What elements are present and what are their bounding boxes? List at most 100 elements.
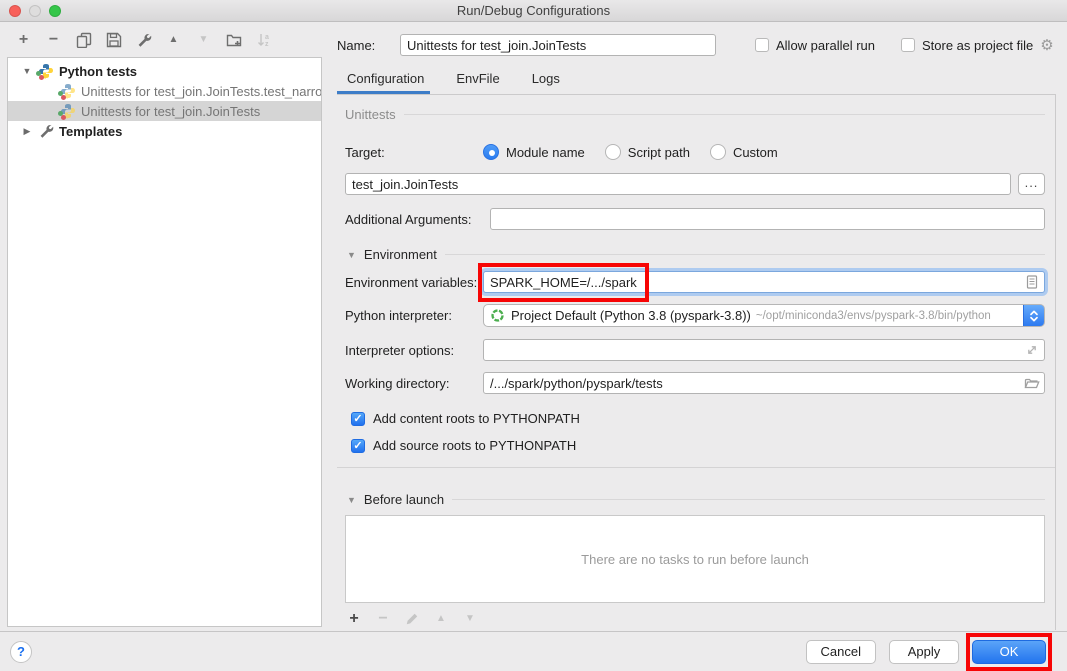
configuration-tabs: Configuration EnvFile Logs <box>347 71 560 94</box>
expand-field-icon[interactable] <box>1024 342 1040 358</box>
checkbox-checked[interactable]: ✓ <box>351 412 365 426</box>
edit-variables-icon[interactable] <box>1024 274 1040 290</box>
test-badge-red <box>61 115 66 120</box>
cancel-button[interactable]: Cancel <box>806 640 876 664</box>
additional-arguments-label: Additional Arguments: <box>345 212 490 227</box>
combobox-arrows-button[interactable] <box>1023 304 1045 327</box>
unittests-section-label: Unittests <box>345 107 396 122</box>
add-configuration-icon[interactable]: + <box>15 32 32 49</box>
store-as-project-file-label: Store as project file <box>922 38 1033 53</box>
before-launch-toolbar: + − ▲ ▼ <box>345 603 1045 626</box>
checkbox-checked[interactable]: ✓ <box>351 439 365 453</box>
svg-text:a: a <box>265 34 269 41</box>
collapse-environment-icon[interactable]: ▼ <box>347 250 356 260</box>
section-unittests: Unittests <box>345 107 1045 122</box>
before-launch-empty-message: There are no tasks to run before launch <box>581 552 809 567</box>
help-button[interactable]: ? <box>10 641 32 663</box>
save-configuration-icon[interactable] <box>105 32 122 49</box>
python-tests-icon <box>38 63 54 79</box>
tree-expanded-icon[interactable]: ▼ <box>20 66 34 76</box>
tab-envfile[interactable]: EnvFile <box>456 71 499 94</box>
browse-target-button[interactable]: ... <box>1018 173 1045 195</box>
remove-task-icon[interactable]: − <box>376 612 390 626</box>
edit-task-icon[interactable] <box>405 612 419 626</box>
move-task-down-icon[interactable]: ▼ <box>463 612 477 626</box>
tree-item-unittests-test-narrow[interactable]: Unittests for test_join.JoinTests.test_n… <box>8 81 321 101</box>
tree-item-unittests-jointests-selected[interactable]: Unittests for test_join.JoinTests <box>8 101 321 121</box>
radio-module-name[interactable]: Module name <box>483 144 585 160</box>
python-interpreter-value: Project Default (Python 3.8 (pyspark-3.8… <box>511 308 751 323</box>
move-task-up-icon[interactable]: ▲ <box>434 612 448 626</box>
remove-configuration-icon[interactable]: − <box>45 32 62 49</box>
add-content-roots-checkbox[interactable]: ✓ Add content roots to PYTHONPATH <box>351 411 1045 426</box>
interpreter-options-input[interactable] <box>483 339 1045 361</box>
add-source-roots-checkbox[interactable]: ✓ Add source roots to PYTHONPATH <box>351 438 1045 453</box>
radio-unselected[interactable] <box>710 144 726 160</box>
store-as-project-file-checkbox[interactable]: Store as project file <box>901 38 1033 53</box>
titlebar: Run/Debug Configurations <box>0 0 1067 22</box>
test-badge-red <box>39 75 44 80</box>
section-environment: ▼ Environment <box>345 247 1045 262</box>
move-down-icon[interactable]: ▼ <box>195 32 212 49</box>
svg-text:z: z <box>265 41 269 48</box>
environment-variables-label: Environment variables: <box>345 275 483 290</box>
add-source-roots-label: Add source roots to PYTHONPATH <box>373 438 576 453</box>
target-label: Target: <box>345 145 483 160</box>
tab-configuration[interactable]: Configuration <box>347 71 424 94</box>
target-radio-group: Module name Script path Custom <box>483 144 778 160</box>
working-directory-input[interactable] <box>483 372 1045 394</box>
radio-selected[interactable] <box>483 144 499 160</box>
tree-item-python-tests[interactable]: ▼ Python tests <box>8 61 321 81</box>
tree-collapsed-icon[interactable]: ▶ <box>20 126 34 137</box>
apply-button[interactable]: Apply <box>889 640 959 664</box>
before-launch-section-label: Before launch <box>364 492 444 507</box>
radio-custom-label: Custom <box>733 145 778 160</box>
radio-unselected[interactable] <box>605 144 621 160</box>
tree-item-templates[interactable]: ▶ Templates <box>8 121 321 141</box>
allow-parallel-run-checkbox[interactable]: Allow parallel run <box>755 38 875 53</box>
dialog-footer: ? Cancel Apply OK <box>0 631 1067 671</box>
environment-section-label: Environment <box>364 247 437 262</box>
copy-configuration-icon[interactable] <box>75 32 92 49</box>
radio-script-path-label: Script path <box>628 145 690 160</box>
tree-item-label: Python tests <box>59 64 137 79</box>
browse-folder-icon[interactable] <box>1024 375 1040 391</box>
checkbox-unchecked[interactable] <box>755 38 769 52</box>
python-interpreter-combobox[interactable]: Project Default (Python 3.8 (pyspark-3.8… <box>483 304 1045 327</box>
configuration-editor: Name: Allow parallel run Store as projec… <box>337 23 1067 631</box>
additional-arguments-input[interactable] <box>490 208 1045 230</box>
working-directory-label: Working directory: <box>345 376 483 391</box>
target-input[interactable] <box>345 173 1011 195</box>
add-task-icon[interactable]: + <box>347 612 361 626</box>
python-test-config-icon <box>60 103 76 119</box>
tree-item-label: Unittests for test_join.JoinTests <box>81 104 260 119</box>
move-up-icon[interactable]: ▲ <box>165 32 182 49</box>
configuration-form-pane: Unittests Target: Module name Script pat… <box>337 94 1056 630</box>
section-before-launch: ▼ Before launch <box>345 492 1045 507</box>
radio-script-path[interactable]: Script path <box>605 144 690 160</box>
radio-module-name-label: Module name <box>506 145 585 160</box>
checkbox-unchecked[interactable] <box>901 38 915 52</box>
tab-logs[interactable]: Logs <box>532 71 560 94</box>
edit-templates-icon[interactable] <box>135 32 152 49</box>
before-launch-region: ▼ Before launch There are no tasks to ru… <box>337 468 1055 626</box>
collapse-before-launch-icon[interactable]: ▼ <box>347 495 356 505</box>
store-options-gear-icon[interactable]: ⚙ <box>1040 36 1053 54</box>
environment-variables-input[interactable] <box>483 271 1045 293</box>
python-interpreter-path: ~/opt/miniconda3/envs/pyspark-3.8/bin/py… <box>756 310 991 322</box>
ok-button[interactable]: OK <box>972 640 1046 664</box>
zoom-button[interactable] <box>49 5 61 17</box>
before-launch-task-list: There are no tasks to run before launch <box>345 515 1045 603</box>
minimize-button[interactable] <box>29 5 41 17</box>
conda-environment-icon <box>490 308 505 323</box>
python-test-config-icon <box>60 83 76 99</box>
sort-configurations-icon[interactable]: az <box>255 32 272 49</box>
close-button[interactable] <box>9 5 21 17</box>
configurations-sidebar: + − ▲ ▼ az ▼ Python tests <box>0 23 331 630</box>
name-input[interactable] <box>400 34 716 56</box>
allow-parallel-run-label: Allow parallel run <box>776 38 875 53</box>
new-folder-icon[interactable] <box>225 32 242 49</box>
working-directory-field <box>483 372 1045 394</box>
tree-item-label: Unittests for test_join.JoinTests.test_n… <box>81 84 322 99</box>
radio-custom[interactable]: Custom <box>710 144 778 160</box>
